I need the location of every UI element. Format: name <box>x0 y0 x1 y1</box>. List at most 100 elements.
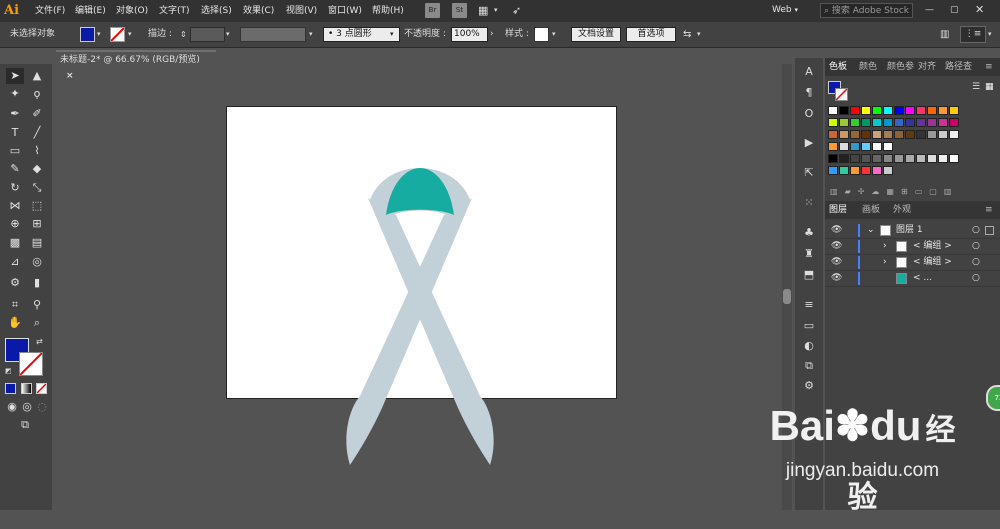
column-graph-icon[interactable]: ▮ <box>28 275 46 291</box>
color-swatch[interactable] <box>905 154 915 163</box>
stroke-stepper-icon[interactable]: ⇕ <box>180 27 187 42</box>
document-tab[interactable]: 未标题-2* @ 66.67% (RGB/预览) × <box>56 50 216 81</box>
free-transform-icon[interactable]: ⬚ <box>28 198 46 214</box>
magic-wand-icon[interactable]: ✦ <box>6 86 24 102</box>
hand-tool-icon[interactable]: ✋ <box>6 315 24 331</box>
mesh-tool-icon[interactable]: ▩ <box>6 235 24 251</box>
color-mode-icon[interactable] <box>5 383 16 394</box>
chevron-down-icon[interactable]: ▾ <box>97 27 101 42</box>
transparency-panel-icon[interactable]: ◐ <box>800 338 818 354</box>
color-swatch[interactable] <box>916 154 926 163</box>
zoom-tool-icon[interactable]: ⌕ <box>28 315 46 331</box>
target-icon[interactable]: ○ <box>972 224 980 237</box>
color-swatch[interactable] <box>839 154 849 163</box>
color-swatch[interactable] <box>883 130 893 139</box>
color-swatch[interactable] <box>828 118 838 127</box>
scrollbar-thumb[interactable] <box>783 289 791 304</box>
color-swatch[interactable] <box>861 154 871 163</box>
minimize-icon[interactable]: — <box>925 4 939 17</box>
target-icon[interactable]: ○ <box>972 256 980 269</box>
layer-row[interactable]: 👁 ⌄ 图层 1 ○ <box>825 223 1000 239</box>
color-swatch[interactable] <box>905 130 915 139</box>
color-swatch[interactable] <box>905 118 915 127</box>
panel-stroke-swatch[interactable] <box>835 88 848 101</box>
swatch-options-icon[interactable]: ✢ <box>858 187 872 196</box>
color-swatch[interactable] <box>883 106 893 115</box>
color-swatch[interactable] <box>872 130 882 139</box>
color-swatch[interactable] <box>872 154 882 163</box>
image-trace-icon[interactable]: ⬒ <box>800 267 818 283</box>
menu-edit[interactable]: 编辑(E) <box>75 4 106 18</box>
swatch-library-icon[interactable]: ▥ <box>830 187 845 196</box>
chevron-down-icon[interactable]: ▾ <box>552 27 556 42</box>
menu-help[interactable]: 帮助(H) <box>372 4 404 18</box>
scale-tool-icon[interactable]: ⤡ <box>28 180 46 196</box>
chevron-down-icon[interactable]: ▾ <box>390 27 394 42</box>
color-swatch[interactable] <box>916 118 926 127</box>
menu-view[interactable]: 视图(V) <box>286 4 317 18</box>
eye-icon[interactable]: 👁 <box>831 224 842 237</box>
ribbon-strand-left[interactable] <box>346 198 472 465</box>
selection-indicator[interactable] <box>985 226 994 235</box>
color-swatch[interactable] <box>916 130 926 139</box>
gradient-tool-icon[interactable]: ▤ <box>28 235 46 251</box>
color-swatch[interactable] <box>938 118 948 127</box>
color-swatch[interactable] <box>828 142 838 151</box>
grid-view-icon[interactable]: ▦ <box>985 82 996 93</box>
align-grid-icon[interactable]: ⁙ <box>800 195 818 211</box>
trash-icon[interactable]: ▥ <box>944 187 959 196</box>
menu-window[interactable]: 窗口(W) <box>328 4 362 18</box>
color-swatch[interactable] <box>850 130 860 139</box>
tab-pathfinder[interactable]: 路径查 <box>945 60 972 74</box>
chevron-down-icon[interactable]: ⌄ <box>867 224 875 237</box>
arrange-icon[interactable]: ⋮≡ <box>960 26 986 43</box>
color-swatch[interactable] <box>949 118 959 127</box>
pen-tool-icon[interactable]: ✒ <box>6 106 24 122</box>
color-swatch[interactable] <box>916 106 926 115</box>
chevron-down-icon[interactable]: ▾ <box>988 27 992 42</box>
gpu-icon[interactable]: ➶ <box>512 4 528 17</box>
stock-button[interactable]: St <box>452 3 467 18</box>
color-swatch[interactable] <box>850 166 860 175</box>
layer-row[interactable]: 👁 < ... ○ <box>825 271 1000 287</box>
color-group-icon[interactable]: ▦ <box>886 187 901 196</box>
color-swatch[interactable] <box>828 166 838 175</box>
color-swatch[interactable] <box>828 154 838 163</box>
tab-color-guide[interactable]: 颜色参 <box>887 60 914 74</box>
list-view-icon[interactable]: ☰ <box>972 82 983 93</box>
panel-toggle-icon[interactable]: ▥ <box>940 27 949 42</box>
shaper-tool-icon[interactable]: ✎ <box>6 161 24 177</box>
chevron-down-icon[interactable]: ▾ <box>494 4 502 17</box>
direct-selection-tool-icon[interactable]: ▲ <box>28 68 46 84</box>
character-panel-icon[interactable]: A <box>800 64 818 80</box>
color-swatch[interactable] <box>883 142 893 151</box>
layer-row[interactable]: 👁 › < 编组 > ○ <box>825 239 1000 255</box>
perspective-grid-icon[interactable]: ⊞ <box>28 216 46 232</box>
color-swatch[interactable] <box>839 118 849 127</box>
floating-badge[interactable]: 72 <box>986 385 1000 411</box>
panel-menu-icon[interactable]: ≡ <box>985 203 993 217</box>
color-swatch[interactable] <box>839 142 849 151</box>
rectangle-tool-icon[interactable]: ▭ <box>6 143 24 159</box>
lasso-icon[interactable]: ϙ <box>28 86 46 102</box>
cloud-icon[interactable]: ☁ <box>871 187 886 196</box>
brush-definition[interactable]: • 3 点圆形 <box>323 27 400 42</box>
shape-builder-icon[interactable]: ⊕ <box>6 216 24 232</box>
ribbon-strand-right[interactable] <box>368 198 494 465</box>
color-swatch[interactable] <box>839 130 849 139</box>
layer-row[interactable]: 👁 › < 编组 > ○ <box>825 255 1000 271</box>
symbol-sprayer-icon[interactable]: ⚙ <box>6 275 24 291</box>
color-swatch[interactable] <box>927 118 937 127</box>
color-swatch[interactable] <box>872 118 882 127</box>
color-swatch[interactable] <box>861 142 871 151</box>
color-swatch[interactable] <box>894 130 904 139</box>
tab-layers[interactable]: 图层 <box>829 203 847 217</box>
club-symbol-icon[interactable]: ♣ <box>800 225 818 241</box>
chevron-down-icon[interactable]: ▾ <box>309 27 313 42</box>
blend-tool-icon[interactable]: ◎ <box>28 254 46 270</box>
color-swatch[interactable] <box>949 154 959 163</box>
color-swatch[interactable] <box>894 154 904 163</box>
type-tool-icon[interactable]: T <box>6 125 24 141</box>
none-mode-icon[interactable] <box>36 383 47 394</box>
opentype-panel-icon[interactable]: O <box>800 106 818 122</box>
